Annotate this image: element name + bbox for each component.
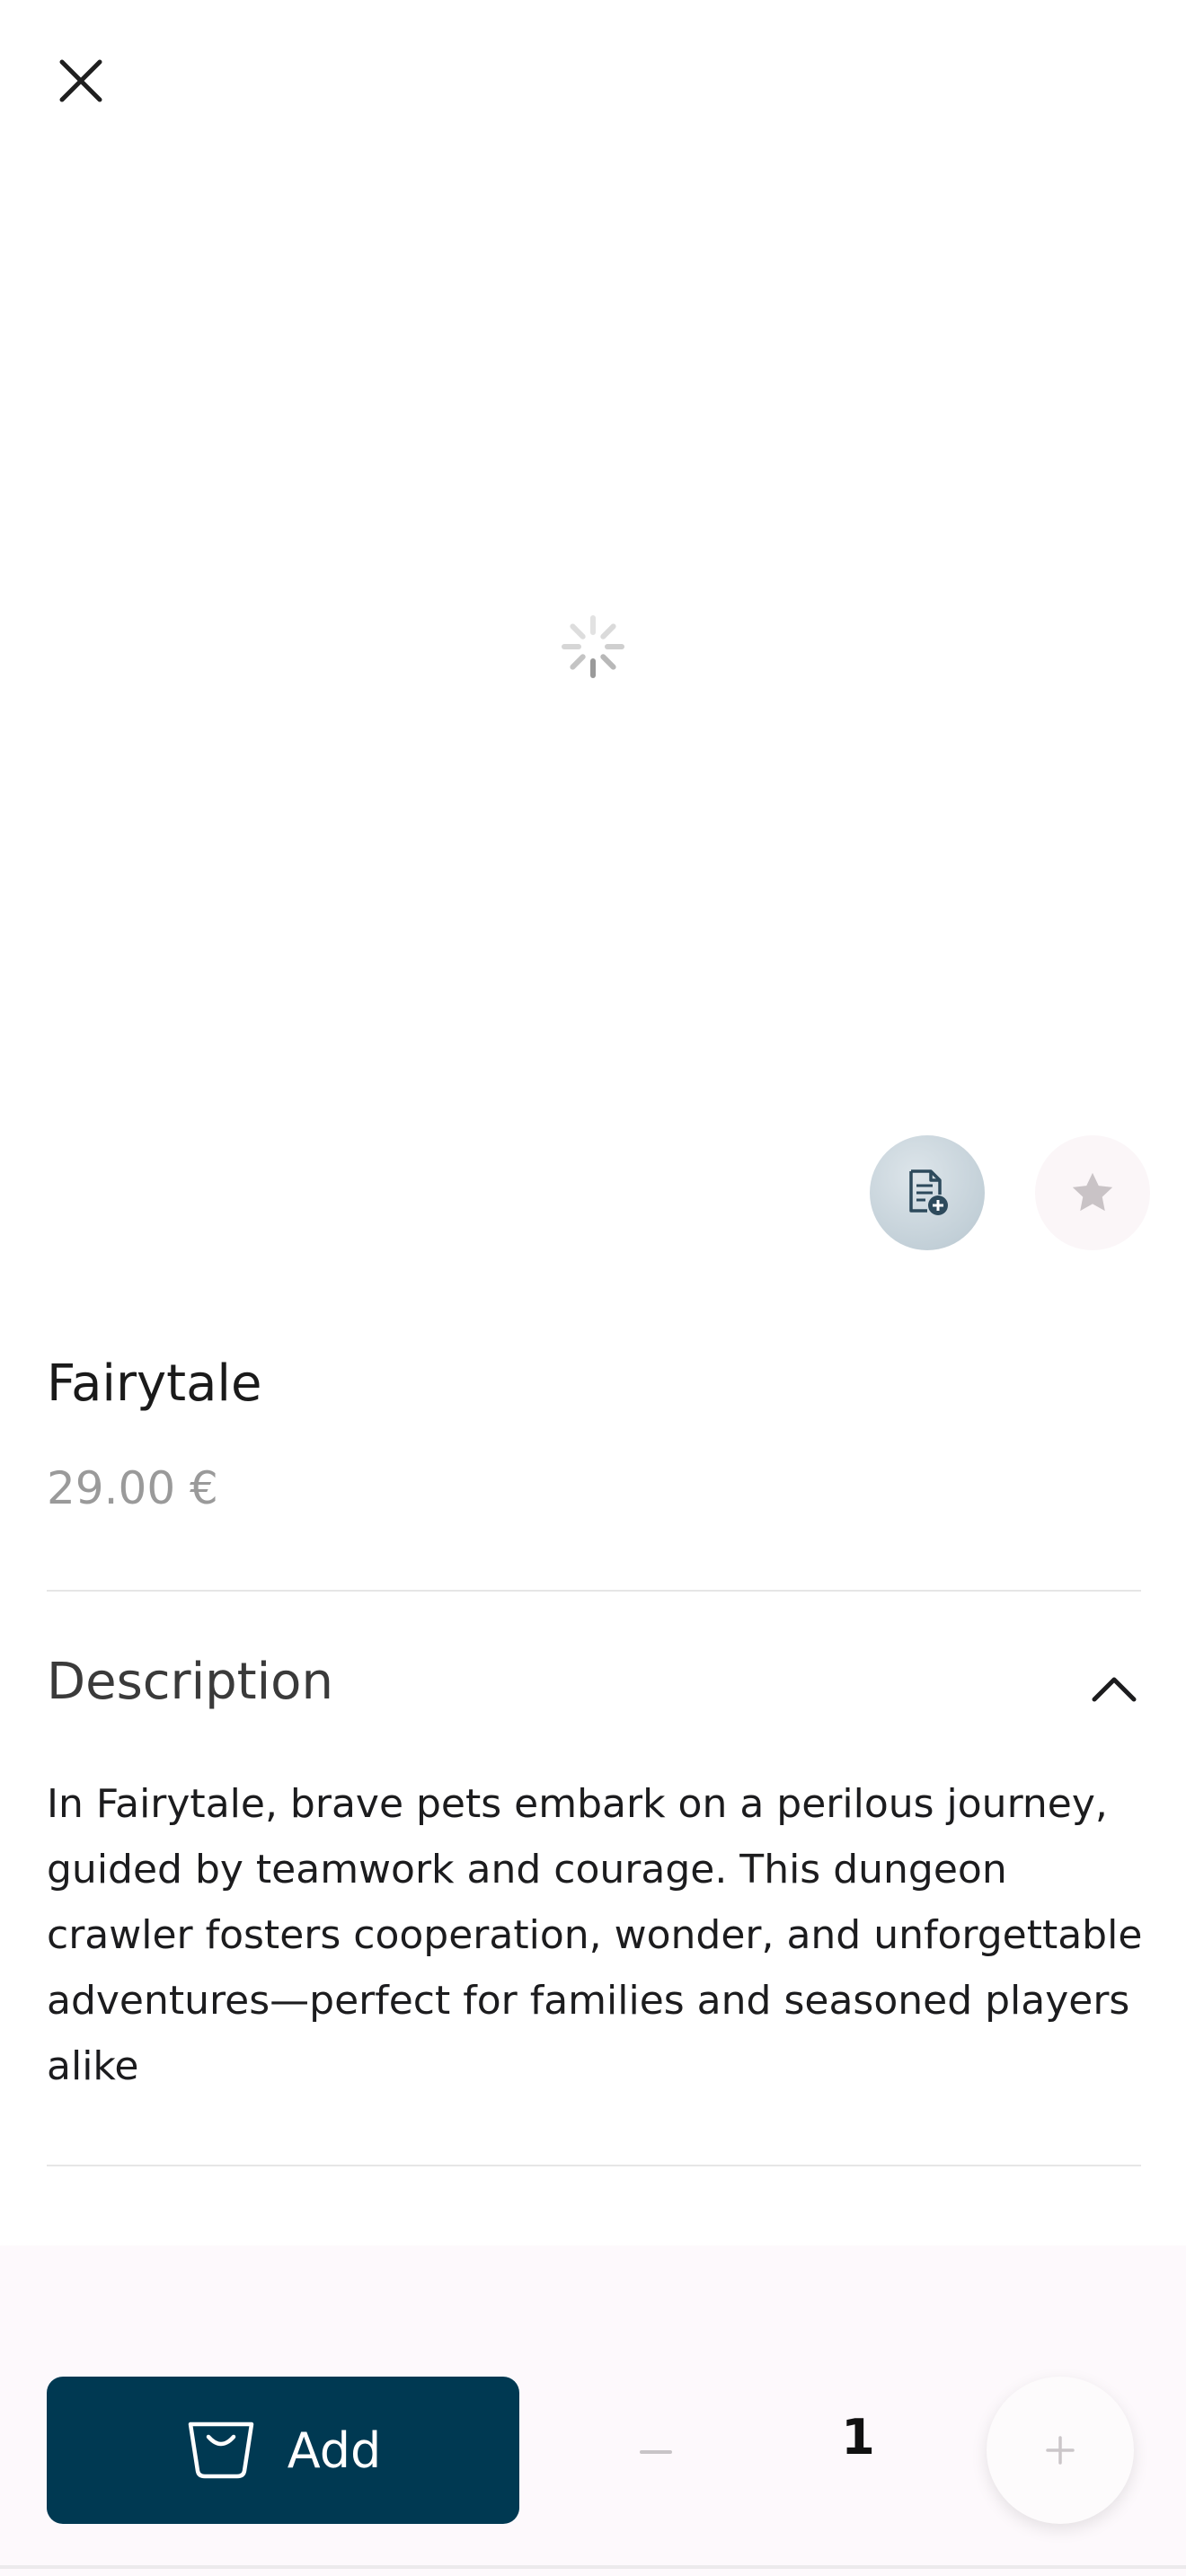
add-document-icon [909, 1169, 948, 1215]
minus-icon [640, 2450, 672, 2454]
divider [47, 2165, 1141, 2166]
divider [47, 1590, 1141, 1592]
description-text: In Fairytale, brave pets embark on a per… [47, 1781, 1143, 2089]
quantity-value: 1 [841, 2409, 875, 2466]
decrease-quantity-button[interactable] [620, 2416, 692, 2488]
loading-spinner-icon [557, 611, 629, 683]
add-document-button[interactable] [870, 1135, 985, 1250]
product-price: 29.00 € [47, 1462, 218, 1514]
plus-icon [1046, 2436, 1075, 2465]
close-icon [59, 59, 102, 102]
star-icon [1072, 1172, 1113, 1212]
add-to-cart-button[interactable]: Add [47, 2377, 519, 2524]
favorite-button[interactable] [1035, 1135, 1150, 1250]
description-title: Description [47, 1653, 333, 1711]
chevron-up-icon [1092, 1677, 1137, 1702]
close-button[interactable] [36, 36, 126, 126]
add-button-label: Add [287, 2422, 382, 2479]
product-title: Fairytale [47, 1354, 262, 1413]
shopping-bag-icon [188, 2422, 253, 2479]
increase-quantity-button[interactable] [987, 2377, 1134, 2524]
bottom-edge-line [0, 2565, 1186, 2569]
description-accordion-header[interactable]: Description [47, 1644, 1141, 1730]
